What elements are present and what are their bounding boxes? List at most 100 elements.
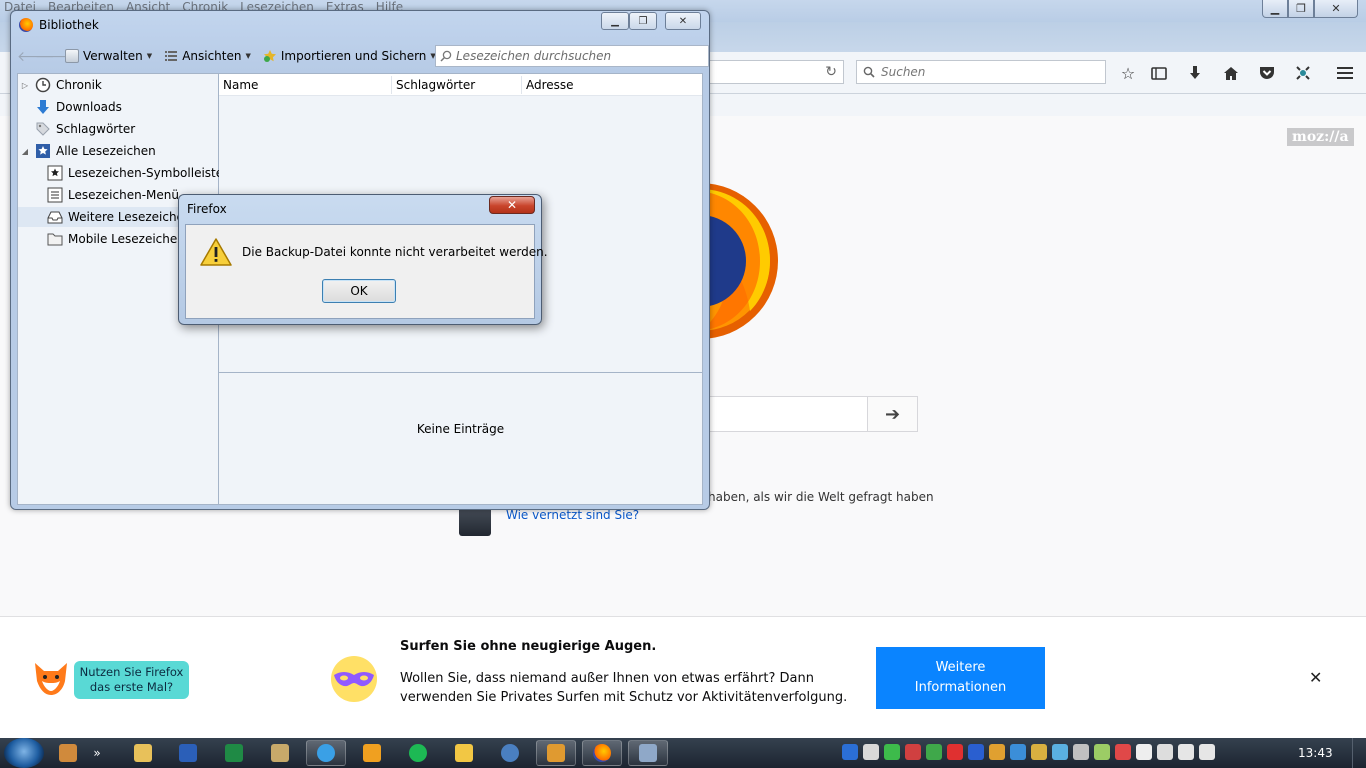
volume-icon[interactable] (1199, 744, 1215, 760)
ok-button[interactable]: OK (322, 279, 396, 303)
column-separator[interactable] (391, 76, 392, 94)
collapse-twisty-icon[interactable]: ◢ (20, 147, 30, 156)
arrow-right-icon[interactable]: ➔ (867, 397, 917, 431)
tray-app-icon[interactable] (989, 744, 1005, 760)
warning-icon (200, 238, 232, 266)
tree-item-label: Weitere Lesezeichen (68, 210, 192, 224)
taskbar-clock-app[interactable] (444, 740, 484, 766)
tray-app-icon[interactable] (1073, 744, 1089, 760)
dropdown-arrow-icon: ▼ (245, 52, 251, 60)
tray-app-icon[interactable] (905, 744, 921, 760)
tree-item-downloads[interactable]: Downloads (20, 97, 122, 117)
taskbar-app-tools[interactable] (48, 740, 88, 766)
tray-app-icon[interactable] (1094, 744, 1110, 760)
column-tags[interactable]: Schlagwörter (396, 78, 475, 92)
taskbar-excel[interactable] (214, 740, 254, 766)
tray-icon (47, 211, 63, 224)
taskbar-word[interactable] (168, 740, 208, 766)
onboarding-bar: Nutzen Sie Firefox das erste Mal? Surfen… (0, 616, 1366, 738)
show-desktop-button[interactable] (1352, 738, 1366, 768)
taskbar-explorer[interactable] (123, 740, 163, 766)
onboarding-bubble[interactable]: Nutzen Sie Firefox das erste Mal? (74, 661, 189, 699)
star-icon[interactable]: ☆ (1117, 62, 1139, 84)
library-minimize-button[interactable]: ▁ (601, 12, 629, 30)
taskbar-spotify[interactable] (398, 740, 438, 766)
tree-item-tags[interactable]: Schlagwörter (20, 119, 135, 139)
expand-twisty-icon[interactable]: ▷ (20, 81, 30, 90)
taskbar-media-player[interactable] (352, 740, 392, 766)
pocket-icon[interactable] (1256, 62, 1278, 84)
dropdown-arrow-icon: ▼ (146, 52, 153, 60)
tray-app-icon[interactable] (1010, 744, 1026, 760)
flag-icon[interactable] (1136, 744, 1152, 760)
reload-icon[interactable]: ↻ (825, 64, 837, 80)
views-button[interactable]: Ansichten ▼ (164, 49, 251, 63)
download-icon[interactable] (1184, 62, 1206, 84)
tree-item-label: Downloads (56, 100, 122, 114)
url-bar[interactable]: ↻ (704, 60, 844, 84)
tray-app-icon[interactable] (1031, 744, 1047, 760)
private-mask-icon (331, 656, 377, 702)
taskbar-clock[interactable]: 13:43 (1298, 746, 1333, 760)
library-titlebar[interactable]: Bibliothek ▁ ❐ ✕ (11, 11, 709, 39)
forward-arrow-icon[interactable]: 🡒 (35, 48, 73, 65)
network-icon[interactable] (1178, 744, 1194, 760)
library-toolbar: 🡐 🡒 Verwalten ▼ Ansichten ▼ Importieren … (17, 45, 709, 67)
import-backup-button[interactable]: Importieren und Sichern ▼ (263, 49, 436, 63)
snippet-link[interactable]: Wie vernetzt sind Sie? (506, 508, 639, 522)
customize-icon[interactable] (1292, 62, 1314, 84)
minimize-button[interactable]: ▁ (1262, 0, 1288, 18)
alert-close-button[interactable]: ✕ (489, 196, 535, 214)
alert-message: Die Backup-Datei konnte nicht verarbeite… (242, 245, 548, 259)
search-input[interactable]: Suchen (856, 60, 1106, 84)
alert-dialog: Firefox ✕ Die Backup-Datei konnte nicht … (178, 194, 548, 325)
close-button[interactable]: ✕ (1314, 0, 1358, 18)
more-info-button[interactable]: Weitere Informationen (876, 647, 1045, 709)
back-arrow-icon[interactable]: 🡐 (17, 48, 55, 65)
taskbar-app-disk[interactable] (260, 740, 300, 766)
column-name[interactable]: Name (223, 78, 258, 92)
tray-app-icon[interactable] (947, 744, 963, 760)
organize-button[interactable]: Verwalten ▼ (65, 49, 152, 63)
home-icon[interactable] (1220, 62, 1242, 84)
tray-app-icon[interactable] (926, 744, 942, 760)
library-title: Bibliothek (39, 18, 99, 32)
tray-app-icon[interactable] (1115, 744, 1131, 760)
close-icon[interactable]: ✕ (1309, 668, 1322, 687)
taskbar-app-globe[interactable] (490, 740, 530, 766)
start-button[interactable] (4, 738, 44, 768)
library-maximize-button[interactable]: ❐ (629, 12, 657, 30)
tree-item-mobile-bookmarks[interactable]: Mobile Lesezeichen (32, 229, 185, 249)
column-separator[interactable] (521, 76, 522, 94)
tree-item-history[interactable]: ▷ Chronik (20, 75, 102, 95)
library-icon[interactable] (1148, 62, 1170, 84)
tree-item-bookmarks-toolbar[interactable]: Lesezeichen-Symbolleiste (32, 163, 223, 183)
tree-item-label: Lesezeichen-Symbolleiste (68, 166, 224, 180)
taskbar-app-grid[interactable] (536, 740, 576, 766)
tree-item-all-bookmarks[interactable]: ◢ Alle Lesezeichen (20, 141, 156, 161)
bookmark-search-placeholder: Lesezeichen durchsuchen (456, 49, 612, 63)
system-tray (842, 744, 1215, 760)
web-search-field[interactable]: ➔ (705, 396, 918, 432)
hamburger-menu-icon[interactable] (1334, 62, 1356, 84)
download-icon (37, 100, 49, 114)
bluetooth-icon[interactable] (968, 744, 984, 760)
tray-app-icon[interactable] (1157, 744, 1173, 760)
tray-app-icon[interactable] (1052, 744, 1068, 760)
details-divider[interactable] (219, 372, 702, 373)
maximize-button[interactable]: ❐ (1288, 0, 1314, 18)
bookmark-search-input[interactable]: Lesezeichen durchsuchen (435, 45, 709, 67)
taskbar-firefox[interactable] (582, 740, 622, 766)
tray-app-icon[interactable] (884, 744, 900, 760)
menu-list-icon (47, 187, 63, 203)
folder-icon (47, 233, 63, 246)
onboarding-text: Wollen Sie, dass niemand außer Ihnen von… (400, 671, 848, 705)
column-address[interactable]: Adresse (526, 78, 574, 92)
library-close-button[interactable]: ✕ (665, 12, 701, 30)
tray-app-icon[interactable] (863, 744, 879, 760)
tree-item-bookmarks-menu[interactable]: Lesezeichen-Menü (32, 185, 179, 205)
taskbar-internet-explorer[interactable] (306, 740, 346, 766)
taskbar-control-panel[interactable] (628, 740, 668, 766)
tray-app-icon[interactable] (842, 744, 858, 760)
taskbar-overflow-icon[interactable]: » (86, 740, 108, 766)
